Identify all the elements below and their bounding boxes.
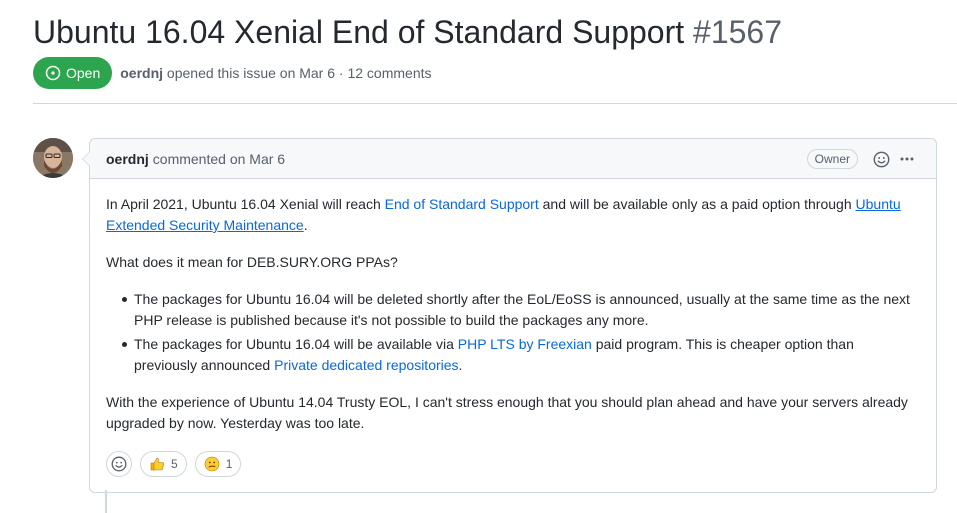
avatar-image [33,138,73,178]
list-item: The packages for Ubuntu 16.04 will be de… [106,289,920,331]
timeline-line [105,490,107,513]
add-reaction-button[interactable] [106,451,132,477]
comment-paragraph-3: With the experience of Ubuntu 14.04 Trus… [106,394,908,431]
issue-meta: Open oerdnj opened this issue on Mar 6 ·… [33,57,432,89]
issue-opened-text: opened this issue on Mar 6 · 12 comments [166,65,432,81]
paragraph-text: . [303,217,308,233]
thumbs-up-icon [150,457,164,471]
confused-count: 1 [225,457,233,471]
thumbs-up-count: 5 [171,457,178,471]
list-item-text: . [458,357,463,373]
confused-icon [204,456,219,472]
comment-box: oerdnj commented on Mar 6 Owner In April… [82,138,937,493]
header-divider [33,103,957,104]
issue-state-badge: Open [33,57,113,89]
thumbs-up-reaction-button[interactable]: 5 [140,451,187,477]
comment-author-link[interactable]: oerdnj [106,151,149,167]
comment-bullet-list: The packages for Ubuntu 16.04 will be de… [106,289,920,376]
issue-title: Ubuntu 16.04 Xenial End of Standard Supp… [33,10,782,54]
avatar[interactable] [33,138,73,178]
smiley-icon [111,456,127,472]
owner-label: Owner [806,149,858,169]
paragraph-text: In April 2021, Ubuntu 16.04 Xenial will … [106,196,385,212]
issue-open-icon [45,65,61,81]
list-item: The packages for Ubuntu 16.04 will be av… [106,334,920,376]
reactions-bar: 5 1 [106,451,249,477]
comment-header: oerdnj commented on Mar 6 Owner [90,139,936,179]
kebab-icon[interactable] [894,146,920,172]
private-repositories-link[interactable]: Private dedicated repositories [274,357,458,373]
php-lts-freexian-link[interactable]: PHP LTS by Freexian [458,336,592,352]
issue-number: #1567 [693,14,783,50]
paragraph-text: and will be available only as a paid opt… [538,196,856,212]
issue-meta-text: oerdnj opened this issue on Mar 6 · 12 c… [120,65,431,81]
comment-header-actions: Owner [806,139,920,179]
comment-paragraph-2: What does it mean for DEB.SURY.ORG PPAs? [106,254,398,270]
comment-body: In April 2021, Ubuntu 16.04 Xenial will … [90,179,936,434]
list-item-text: The packages for Ubuntu 16.04 will be av… [134,336,458,352]
comment-timestamp-link[interactable]: commented on Mar 6 [153,151,285,167]
confused-reaction-button[interactable]: 1 [194,451,242,477]
issue-state-label: Open [66,65,101,81]
end-of-standard-support-link[interactable]: End of Standard Support [385,196,539,212]
smiley-icon[interactable] [868,146,894,172]
comment-paragraph-1: In April 2021, Ubuntu 16.04 Xenial will … [106,194,920,236]
issue-author-link[interactable]: oerdnj [120,65,163,81]
issue-title-text: Ubuntu 16.04 Xenial End of Standard Supp… [33,14,685,50]
